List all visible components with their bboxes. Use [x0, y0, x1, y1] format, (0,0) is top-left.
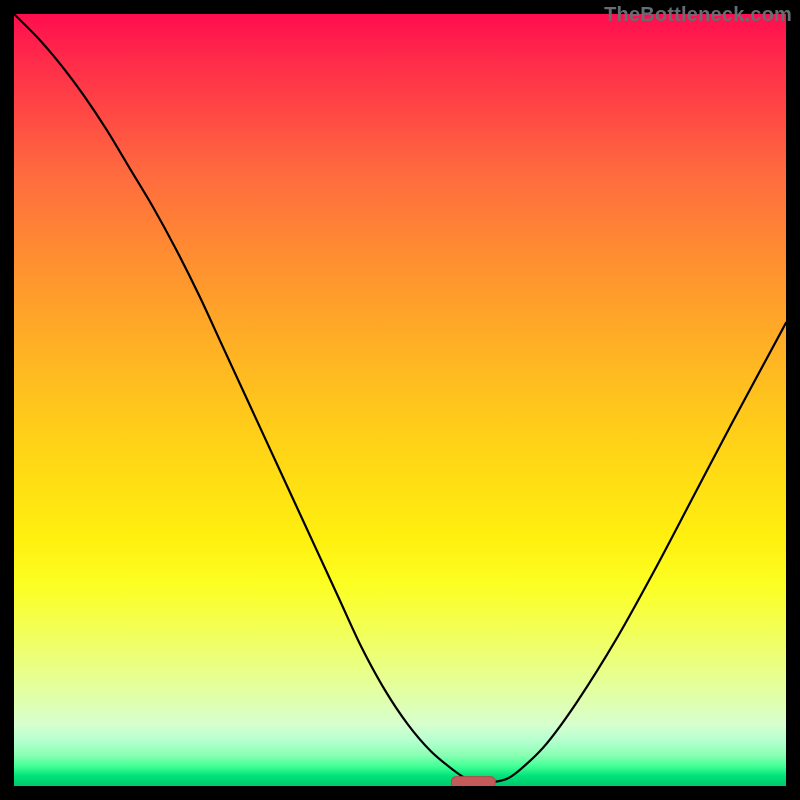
plot-area	[14, 14, 786, 786]
curve-layer	[14, 14, 786, 786]
optimal-marker	[451, 777, 495, 786]
bottleneck-curve	[14, 14, 786, 783]
watermark-text: TheBottleneck.com	[604, 4, 792, 27]
chart-frame: TheBottleneck.com	[0, 0, 800, 800]
